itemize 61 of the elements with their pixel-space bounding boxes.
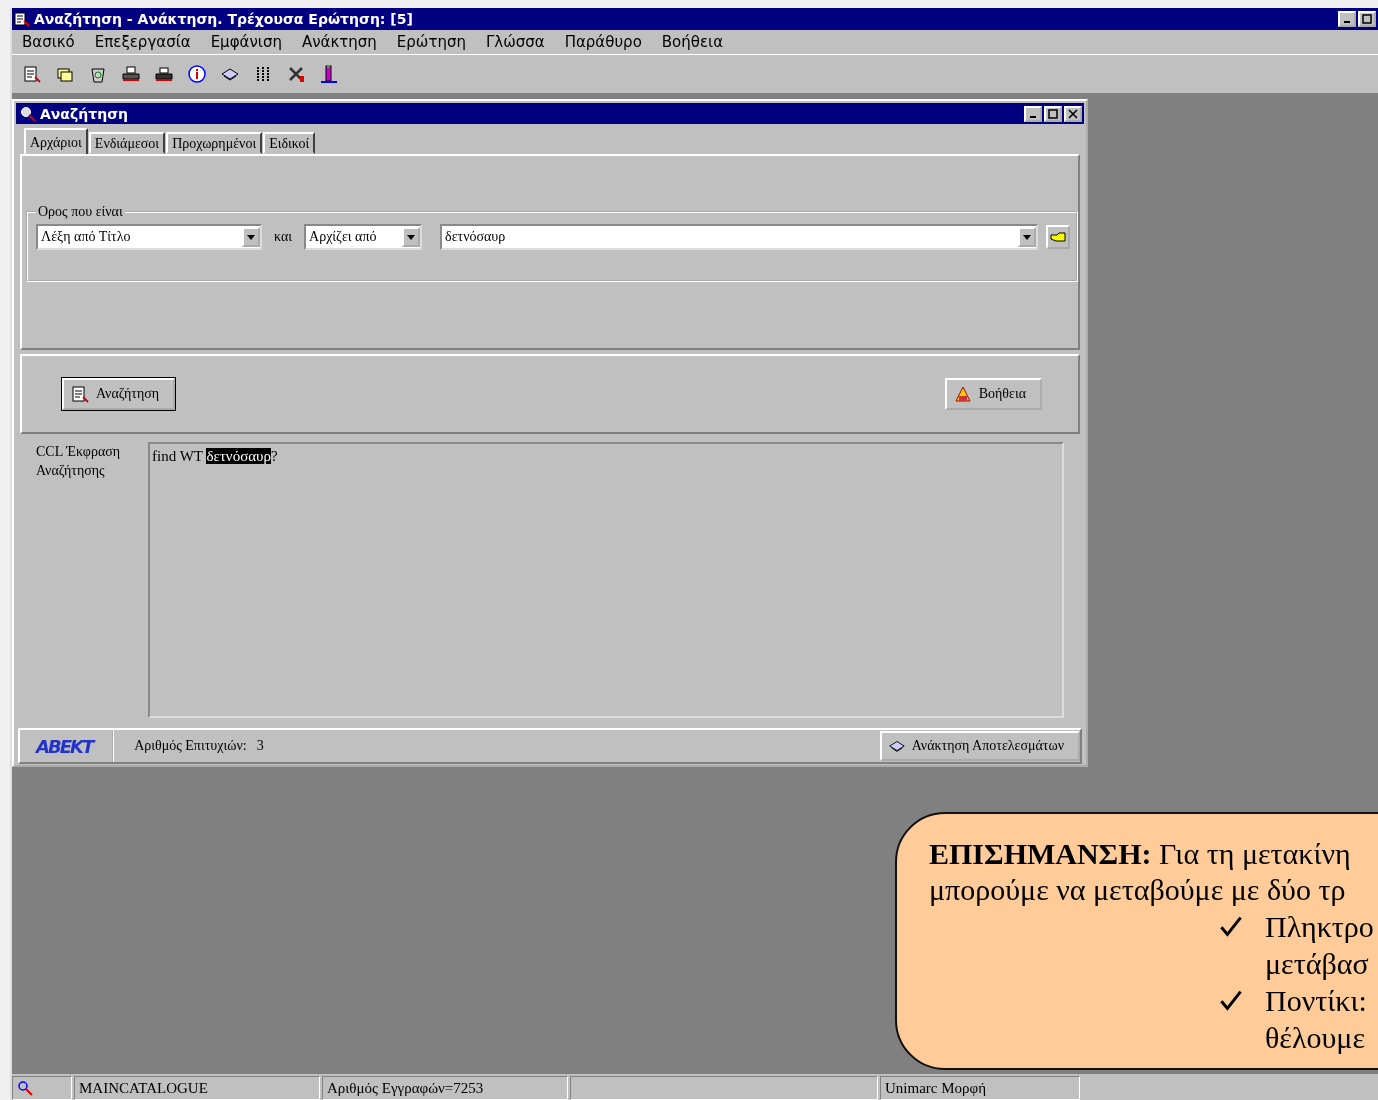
minimize-button[interactable] <box>1024 105 1042 122</box>
tab[interactable]: Αρχάριοι <box>24 128 88 154</box>
dropdown-arrow-icon <box>1023 234 1032 240</box>
close-icon <box>1068 108 1078 119</box>
bullet-text: Πληκτρο <box>1265 909 1374 945</box>
catalog-search-icon[interactable] <box>22 64 42 84</box>
status-panel: Unimarc Μορφή <box>880 1076 1080 1100</box>
menu-item[interactable]: Επεξεργασία <box>94 33 191 51</box>
term-combobox[interactable]: δετνόσαυρ <box>440 224 1039 250</box>
window-title: Αναζήτηση - Ανάκτηση. Τρέχουσα Ερώτηση: [5] <box>34 11 413 27</box>
help-icon <box>952 384 973 404</box>
tab[interactable]: Ενδιάμεσοι <box>88 132 166 154</box>
field-dropdown[interactable]: Λέξη από Τίτλο <box>36 224 262 250</box>
maximize-button[interactable] <box>1044 105 1062 122</box>
minimize-icon <box>1344 21 1350 23</box>
status-panel: MAINCATALOGUE <box>74 1076 320 1100</box>
menu-item[interactable]: Παράθυρο <box>564 33 642 51</box>
retrieve-results-button[interactable]: Ανάκτηση Αποτελεσμάτων <box>879 731 1080 761</box>
maximize-icon <box>1048 108 1058 119</box>
group-label: Ορος που είναι <box>37 204 124 220</box>
status-panel: Αριθμός Εγγραφών=7253 <box>322 1076 568 1100</box>
note-text: ΕΠΙΣΗΜΑΝΣΗ: Για τη μετακίνη <box>929 836 1352 872</box>
hits-label: Αριθμός Επιτυχιών: <box>134 738 247 754</box>
maximize-icon <box>1362 14 1372 24</box>
dropdown-arrow-icon <box>247 234 255 240</box>
pointing-hand-button[interactable] <box>1046 225 1071 249</box>
hits-count: 3 <box>256 738 264 754</box>
bullet-text: θέλουμε <box>1265 1020 1367 1056</box>
ccl-expression-field[interactable]: find WT δετνόσαυρ? <box>148 442 1064 718</box>
connector-label: και <box>274 229 293 245</box>
minimize-button[interactable] <box>1338 11 1356 27</box>
menu-item[interactable]: Εμφάνιση <box>210 33 282 51</box>
ccl-label: CCL Έκφραση Αναζήτησης <box>36 443 122 480</box>
printer-icon[interactable] <box>121 64 141 84</box>
check-icon <box>1219 988 1243 1012</box>
catalog-search-icon <box>14 11 30 27</box>
catalog-search-icon <box>70 384 90 404</box>
operator-dropdown[interactable]: Αρχίζει από <box>304 224 423 250</box>
menu-item[interactable]: Γλώσσα <box>485 33 545 51</box>
magnifier-icon <box>20 105 36 122</box>
magnifier-icon <box>17 1080 33 1096</box>
tab[interactable]: Προχωρημένοι <box>166 132 263 154</box>
bullet-text: Ποντίκι: <box>1265 983 1367 1019</box>
note-text: μπορούμε να μεταβούμε με δύο τρ <box>929 872 1347 908</box>
menu-item[interactable]: Βασικό <box>22 33 75 51</box>
check-icon <box>1219 914 1243 938</box>
close-button[interactable] <box>1064 105 1082 122</box>
logo: ABEKT <box>20 730 115 762</box>
menu-item[interactable]: Βοήθεια <box>661 33 724 51</box>
maximize-button[interactable] <box>1358 11 1376 27</box>
help-button[interactable]: Βοήθεια <box>944 378 1042 410</box>
menu-item[interactable]: Ανάκτηση <box>301 33 377 51</box>
menu-item[interactable]: Ερώτηση <box>396 33 466 51</box>
minimize-icon <box>1030 115 1036 118</box>
window-title: Αναζήτηση <box>40 105 128 122</box>
dropdown-arrow-icon <box>407 234 416 240</box>
info-icon[interactable] <box>187 64 207 84</box>
search-button[interactable]: Αναζήτηση <box>62 378 176 410</box>
bullet-text: μετάβασ <box>1265 946 1370 982</box>
tab[interactable]: Ειδικοί <box>263 132 316 154</box>
printer-icon[interactable] <box>154 64 174 84</box>
